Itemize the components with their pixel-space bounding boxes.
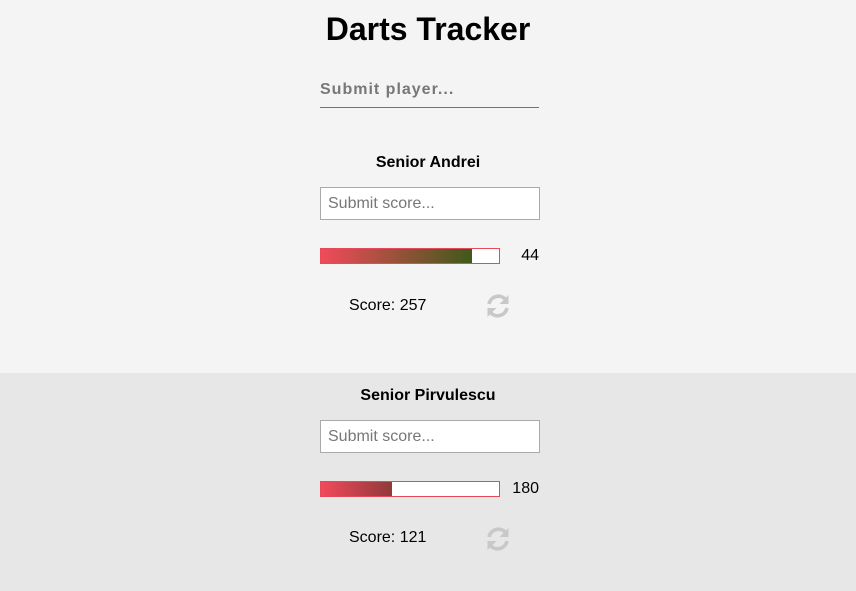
player-input-wrapper [320, 74, 539, 108]
submit-player-input[interactable] [320, 74, 539, 106]
submit-score-input[interactable] [320, 420, 540, 453]
page: Darts Tracker Senior Andrei 44 Score: 25… [0, 0, 856, 591]
progress-fill [321, 249, 473, 263]
reset-score-button[interactable] [484, 525, 512, 553]
remaining-progress-bar [320, 248, 500, 264]
score-label: Score: 257 [349, 297, 427, 314]
player-name: Senior Pirvulescu [360, 387, 496, 404]
player-name: Senior Andrei [375, 154, 481, 171]
remaining-points: 180 [512, 480, 539, 497]
player-card: Senior Pirvulescu 180 Score: 121 [0, 373, 856, 591]
remaining-points: 44 [521, 247, 539, 264]
remaining-progress-bar [320, 481, 500, 497]
submit-score-input[interactable] [320, 187, 540, 220]
reset-score-button[interactable] [484, 292, 512, 320]
score-label: Score: 121 [349, 529, 427, 546]
player-card: Senior Andrei 44 Score: 257 [0, 130, 856, 373]
refresh-icon [487, 294, 509, 318]
app-title: Darts Tracker [325, 11, 531, 47]
refresh-icon [487, 527, 509, 551]
progress-fill [321, 482, 393, 496]
